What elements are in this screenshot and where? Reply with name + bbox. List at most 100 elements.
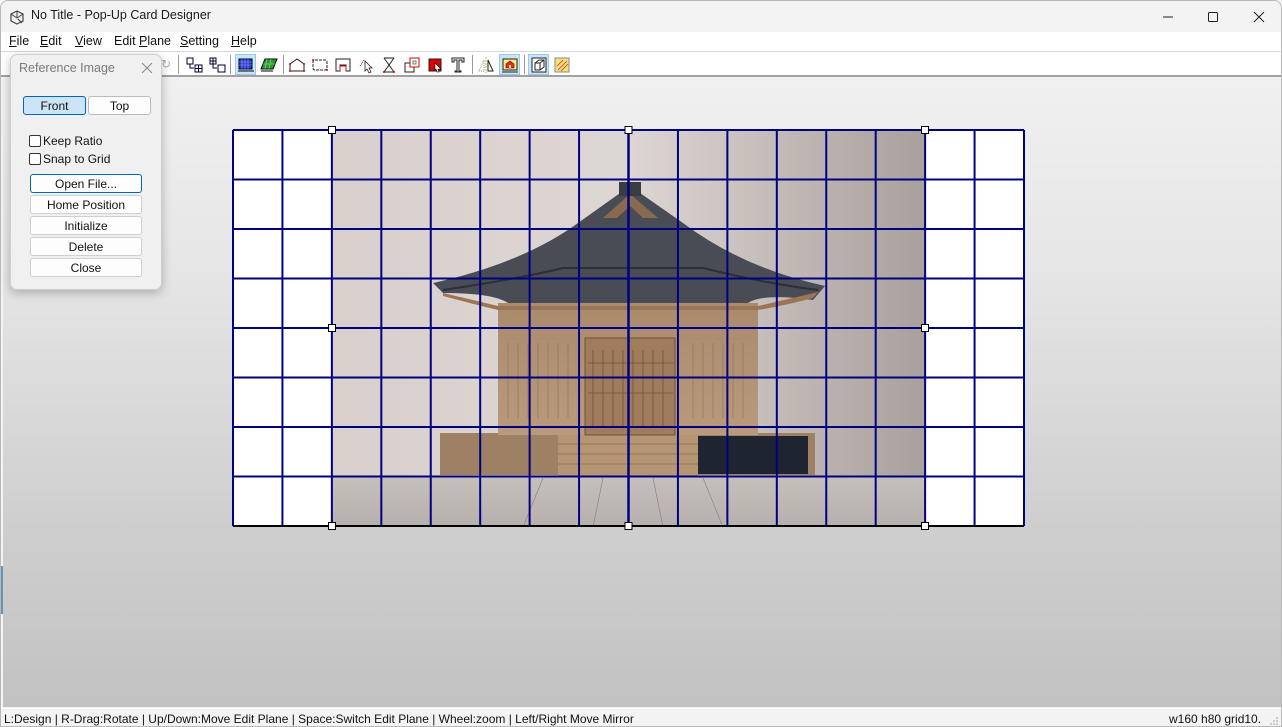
menu-bar: File Edit View Edit Plane Setting Help	[1, 32, 1281, 52]
menu-edit-plane-rest: lane	[147, 34, 171, 48]
menu-help-rest: elp	[240, 34, 257, 48]
tab-front[interactable]: Front	[23, 96, 86, 115]
copy-shape-icon	[404, 57, 419, 72]
reference-image-icon	[501, 58, 518, 72]
menu-file-rest: ile	[16, 34, 30, 48]
close-button-panel[interactable]: Close	[30, 258, 142, 277]
mirror-icon	[477, 56, 494, 73]
open-file-button[interactable]: Open File...	[30, 174, 142, 193]
front-plane-icon	[237, 58, 254, 71]
toolbar-button-copy-shape[interactable]	[401, 54, 422, 75]
menu-setting-rest: etting	[188, 34, 219, 48]
toolbar-separator	[230, 55, 231, 74]
rectangle-shape-icon	[311, 58, 328, 71]
3d-view-icon	[531, 57, 546, 72]
resize-handle[interactable]	[921, 522, 929, 530]
app-window: No Title - Pop-Up Card Designer File Edi…	[0, 0, 1282, 727]
texture-icon	[554, 57, 569, 72]
snap-to-grid-label: Snap to Grid	[43, 152, 111, 166]
panel-title: Reference Image	[19, 61, 115, 75]
delete-button[interactable]: Delete	[30, 237, 142, 256]
menu-help-mnemonic: H	[231, 34, 241, 48]
toolbar-button-reference-image[interactable]	[499, 54, 520, 75]
menu-edit[interactable]: Edit	[40, 34, 62, 48]
toolbar-button-cutout-shape[interactable]	[332, 54, 353, 75]
resize-grip-icon[interactable]	[1269, 716, 1279, 726]
toolbar-separator	[283, 55, 284, 74]
tab-top[interactable]: Top	[88, 96, 151, 115]
temple-platform-shadow	[698, 436, 808, 474]
keep-ratio-label: Keep Ratio	[43, 134, 103, 148]
resize-handle[interactable]	[624, 126, 633, 134]
minimize-button[interactable]	[1145, 1, 1191, 32]
toolbar-button-rectangle-shape[interactable]	[309, 54, 330, 75]
menu-edit-rest: dit	[48, 34, 62, 48]
toolbar-button-mirror[interactable]	[475, 54, 496, 75]
temple-roof-ornament	[619, 182, 641, 196]
panel-close-icon[interactable]	[139, 60, 155, 76]
toolbar-button-color-fill[interactable]	[424, 54, 445, 75]
resize-handle[interactable]	[921, 324, 929, 332]
reference-image-panel: Reference Image Front Top Keep Ratio Sna…	[10, 54, 162, 290]
keep-ratio-checkbox[interactable]: Keep Ratio	[29, 134, 102, 148]
toolbar-button-hourglass-shape[interactable]	[378, 54, 399, 75]
app-logo-icon	[10, 10, 24, 25]
menu-view-mnemonic: V	[75, 34, 84, 48]
cutout-shape-icon	[335, 58, 350, 71]
move-to-grid-icon	[186, 57, 202, 72]
arch-shape-icon	[288, 57, 305, 72]
snap-to-grid-checkbox-box[interactable]	[29, 153, 41, 165]
menu-help[interactable]: Help	[231, 34, 257, 48]
menu-file-mnemonic: F	[9, 34, 17, 48]
close-icon	[1253, 11, 1265, 22]
toolbar-button-floor-plane[interactable]	[258, 54, 279, 75]
toolbar-button-text-tool[interactable]	[447, 54, 468, 75]
resize-handle[interactable]	[328, 324, 336, 332]
maximize-button[interactable]	[1190, 1, 1236, 32]
color-fill-icon	[428, 58, 442, 72]
window-title: No Title - Pop-Up Card Designer	[31, 8, 211, 22]
initialize-button[interactable]: Initialize	[30, 216, 142, 235]
minimize-icon	[1163, 16, 1173, 17]
resize-handle[interactable]	[921, 126, 929, 134]
resize-handle[interactable]	[328, 522, 336, 530]
toolbar-button-texture[interactable]	[551, 54, 572, 75]
redo-icon[interactable]: ↻	[161, 57, 171, 71]
menu-edit-plane-prefix: Edit	[114, 34, 140, 48]
status-hints: L:Design | R-Drag:Rotate | Up/Down:Move …	[4, 712, 634, 726]
hourglass-shape-icon	[382, 57, 395, 73]
text-tool-icon	[451, 57, 464, 72]
toolbar-button-arch-shape[interactable]	[286, 54, 307, 75]
toolbar-separator	[472, 55, 473, 74]
status-bar: L:Design | R-Drag:Rotate | Up/Down:Move …	[1, 708, 1281, 726]
menu-view-rest: iew	[83, 34, 102, 48]
menu-setting[interactable]: Setting	[180, 34, 219, 48]
design-grid[interactable]	[3, 78, 1281, 707]
toolbar: ↻	[1, 52, 1281, 77]
menu-view[interactable]: View	[75, 34, 102, 48]
floor-plane-icon	[259, 58, 278, 71]
move-to-plane-icon	[209, 57, 225, 72]
resize-handle[interactable]	[624, 522, 633, 530]
snap-to-grid-checkbox[interactable]: Snap to Grid	[29, 152, 110, 166]
toolbar-button-front-plane[interactable]	[235, 54, 256, 75]
resize-handle[interactable]	[328, 126, 336, 134]
toolbar-button-move-to-grid[interactable]	[183, 54, 204, 75]
toolbar-button-point-edit[interactable]	[355, 54, 376, 75]
home-position-button[interactable]: Home Position	[30, 195, 142, 214]
point-edit-icon	[359, 59, 373, 74]
left-edge-indicator	[1, 566, 3, 614]
toolbar-separator	[524, 55, 525, 74]
title-bar: No Title - Pop-Up Card Designer	[1, 1, 1281, 32]
menu-file[interactable]: File	[9, 34, 29, 48]
status-dimensions: w160 h80 grid10.0	[1169, 712, 1261, 726]
toolbar-button-3d-view[interactable]	[528, 54, 549, 75]
design-canvas[interactable]	[1, 78, 1281, 707]
keep-ratio-checkbox-box[interactable]	[29, 135, 41, 147]
menu-edit-plane[interactable]: Edit Plane	[114, 34, 171, 48]
temple-door	[584, 337, 676, 436]
close-button[interactable]	[1236, 1, 1281, 32]
toolbar-button-move-to-plane[interactable]	[206, 54, 227, 75]
toolbar-separator	[178, 55, 179, 74]
maximize-icon	[1208, 11, 1218, 22]
